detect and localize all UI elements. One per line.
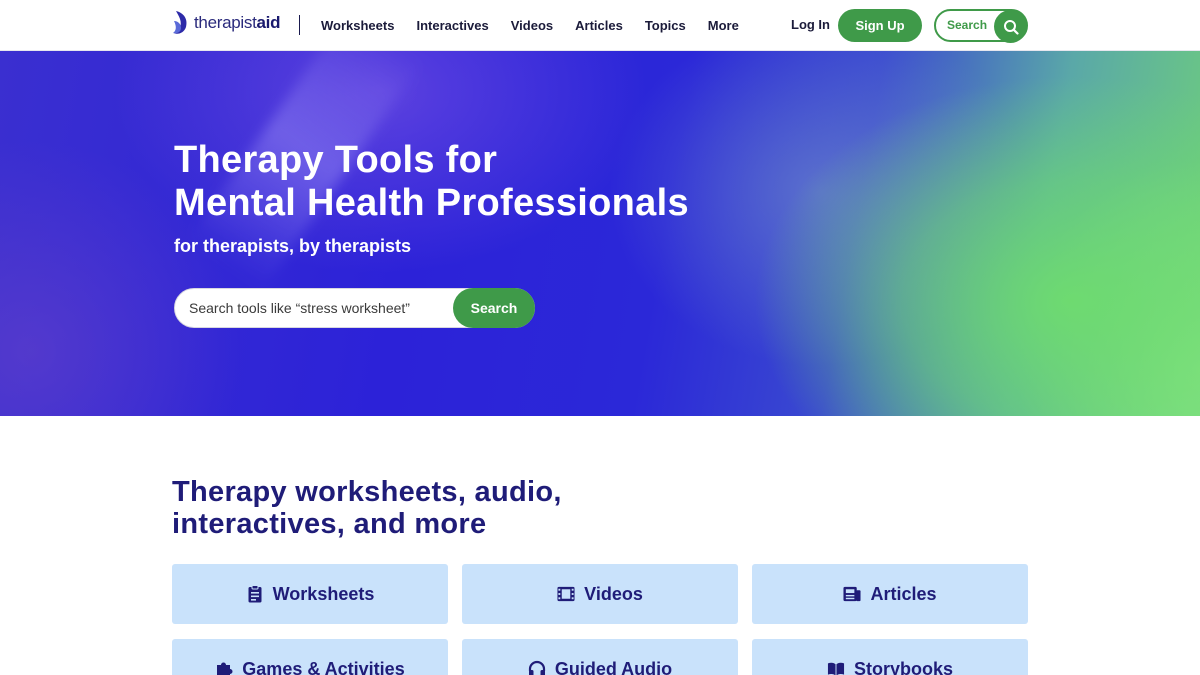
site-header: therapistaid Worksheets Interactives Vid… xyxy=(0,0,1200,51)
card-articles[interactable]: Articles xyxy=(752,564,1028,624)
card-label: Storybooks xyxy=(853,658,954,675)
nav-topics[interactable]: Topics xyxy=(645,18,686,33)
hero-title-line1: Therapy Tools for xyxy=(174,139,498,181)
hero-search-button[interactable]: Search xyxy=(453,288,535,328)
card-label: Articles xyxy=(870,583,937,604)
search-icon xyxy=(994,10,1027,43)
nav-worksheets[interactable]: Worksheets xyxy=(321,18,394,33)
card-games-activities[interactable]: Games & Activities xyxy=(172,639,448,675)
card-label: Games & Activities xyxy=(242,658,405,675)
signup-button[interactable]: Sign Up xyxy=(838,9,922,42)
hero-search-input[interactable] xyxy=(189,289,449,327)
section-title-line2: interactives, and more xyxy=(172,508,487,540)
hero-title-line2: Mental Health Professionals xyxy=(174,182,689,224)
header-search-button[interactable]: Search xyxy=(934,9,1028,43)
nav-more[interactable]: More xyxy=(708,18,739,33)
logo[interactable]: therapistaid xyxy=(172,8,280,38)
card-worksheets[interactable]: Worksheets xyxy=(172,564,448,624)
card-guided-audio[interactable]: Guided Audio xyxy=(462,639,738,675)
card-storybooks[interactable]: Storybooks xyxy=(752,639,1028,675)
header-search-label: Search xyxy=(947,18,988,32)
nav-articles[interactable]: Articles xyxy=(575,18,623,33)
card-videos[interactable]: Videos xyxy=(462,564,738,624)
section-title-line1: Therapy worksheets, audio, xyxy=(172,476,562,508)
nav-videos[interactable]: Videos xyxy=(511,18,553,33)
clipboard-icon xyxy=(246,585,264,603)
headphones-icon xyxy=(528,660,546,675)
nav-interactives[interactable]: Interactives xyxy=(416,18,488,33)
login-link[interactable]: Log In xyxy=(791,17,830,32)
hero-subtitle: for therapists, by therapists xyxy=(174,236,412,256)
film-icon xyxy=(557,585,575,603)
main-nav: Worksheets Interactives Videos Articles … xyxy=(321,0,761,50)
book-icon xyxy=(827,660,845,675)
header-divider xyxy=(299,15,300,35)
card-label: Videos xyxy=(584,583,643,604)
puzzle-icon xyxy=(215,660,233,675)
card-label: Guided Audio xyxy=(554,658,673,675)
logo-text: therapistaid xyxy=(194,13,281,32)
hero-banner: Therapy Tools for Mental Health Professi… xyxy=(0,51,1200,416)
newspaper-icon xyxy=(843,585,861,603)
card-label: Worksheets xyxy=(272,583,375,604)
hero-search-bar: Search xyxy=(174,288,535,328)
logo-mark-icon xyxy=(173,11,187,34)
hero-title: Therapy Tools for Mental Health Professi… xyxy=(174,139,689,225)
section-title: Therapy worksheets, audio, interactives,… xyxy=(172,476,562,540)
